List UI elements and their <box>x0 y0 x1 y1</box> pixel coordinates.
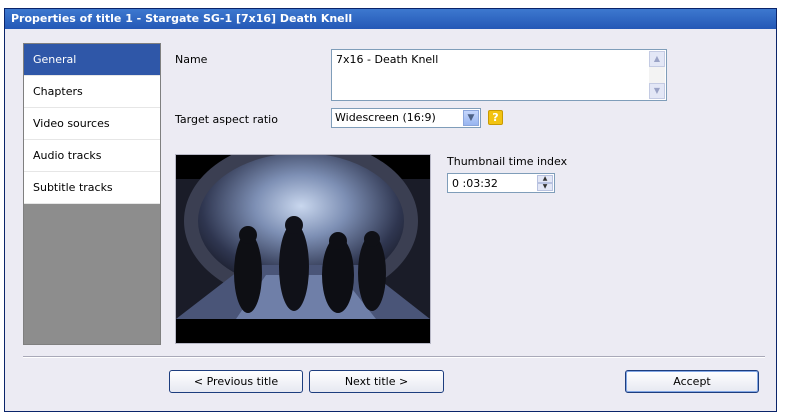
window-title: Properties of title 1 - Stargate SG-1 [7… <box>5 9 776 29</box>
name-value: 7x16 - Death Knell <box>336 53 439 66</box>
thumbnail-time-value: 0 :03:32 <box>452 177 498 190</box>
accept-button[interactable]: Accept <box>625 370 759 393</box>
stepper-down-icon[interactable]: ▼ <box>537 183 553 191</box>
sidebar-item-general[interactable]: General <box>24 44 160 76</box>
thumbnail-time-stepper[interactable]: 0 :03:32 ▲ ▼ <box>447 173 555 193</box>
thumbnail-image <box>176 155 430 343</box>
scroll-up-icon[interactable]: ▲ <box>649 51 665 67</box>
scroll-down-icon[interactable]: ▼ <box>649 83 665 99</box>
sidebar-item-chapters[interactable]: Chapters <box>24 76 160 108</box>
stepper-up-icon[interactable]: ▲ <box>537 175 553 183</box>
aspect-ratio-value: Widescreen (16:9) <box>335 111 436 124</box>
footer-separator <box>23 356 765 358</box>
next-title-button[interactable]: Next title > <box>309 370 444 393</box>
chevron-down-icon[interactable]: ▼ <box>463 110 479 126</box>
thumbnail-time-label: Thumbnail time index <box>447 155 568 168</box>
thumbnail-preview <box>175 154 431 344</box>
aspect-ratio-select[interactable]: Widescreen (16:9) ▼ <box>331 108 481 128</box>
dialog-client: General Chapters Video sources Audio tra… <box>5 29 776 411</box>
name-textarea[interactable]: 7x16 - Death Knell ▲ ▼ <box>331 49 667 101</box>
aspect-ratio-label: Target aspect ratio <box>175 113 278 126</box>
sidebar-item-subtitle-tracks[interactable]: Subtitle tracks <box>24 172 160 204</box>
name-label: Name <box>175 53 208 66</box>
sidebar-item-video-sources[interactable]: Video sources <box>24 108 160 140</box>
properties-window: Properties of title 1 - Stargate SG-1 [7… <box>4 8 777 412</box>
help-icon[interactable]: ? <box>488 110 503 125</box>
sidebar-item-audio-tracks[interactable]: Audio tracks <box>24 140 160 172</box>
name-scrollbar[interactable]: ▲ ▼ <box>649 51 665 99</box>
previous-title-button[interactable]: < Previous title <box>169 370 303 393</box>
sidebar: General Chapters Video sources Audio tra… <box>23 43 161 345</box>
